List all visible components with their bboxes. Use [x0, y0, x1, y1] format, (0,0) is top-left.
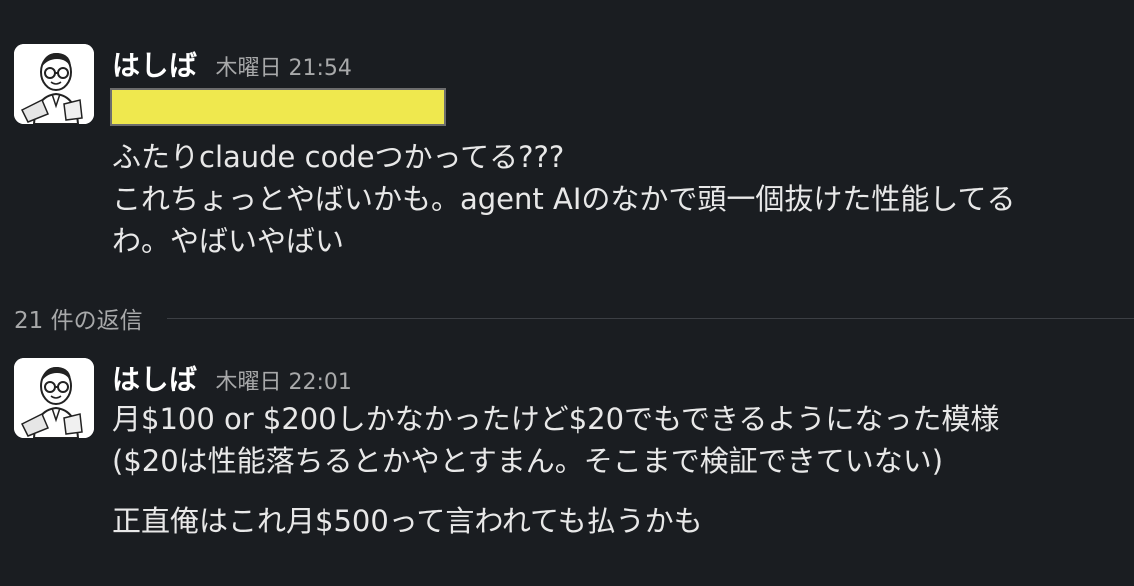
message-line: 月$100 or $200しかなかったけど$20でもできるようになった模様 — [112, 402, 1000, 436]
message-content: はしば 木曜日 22:01 月$100 or $200しかなかったけど$20でも… — [112, 358, 1124, 542]
redaction-block — [110, 88, 446, 126]
message-header: はしば 木曜日 21:54 — [112, 44, 1124, 82]
avatar[interactable] — [14, 358, 94, 438]
message-line: わ。やばいやばい — [112, 224, 345, 258]
avatar-illustration-icon — [14, 358, 94, 438]
author-name[interactable]: はしば — [112, 44, 198, 84]
timestamp[interactable]: 木曜日 21:54 — [216, 50, 352, 82]
divider — [166, 317, 1134, 319]
avatar-illustration-icon — [14, 44, 94, 124]
thread-replies-link[interactable]: 21 件の返信 — [14, 301, 143, 335]
message-line: これちょっとやばいかも。agent AIのなかで頭一個抜けた性能してる — [112, 182, 1016, 216]
message-line: 正直俺はこれ月$500って言われても払うかも — [112, 504, 703, 538]
timestamp[interactable]: 木曜日 22:01 — [216, 364, 352, 396]
avatar[interactable] — [14, 44, 94, 124]
message-header: はしば 木曜日 22:01 — [112, 358, 1124, 396]
message-line: ふたりclaude codeつかってる??? — [112, 140, 565, 174]
thread-replies-divider: 21 件の返信 — [14, 298, 1134, 338]
message-content: はしば 木曜日 21:54 ふたりclaude codeつかってる??? これち… — [110, 44, 1124, 262]
message-line: ($20は性能落ちるとかやとすまん。そこまで検証できていない) — [112, 444, 944, 478]
author-name[interactable]: はしば — [112, 358, 198, 398]
